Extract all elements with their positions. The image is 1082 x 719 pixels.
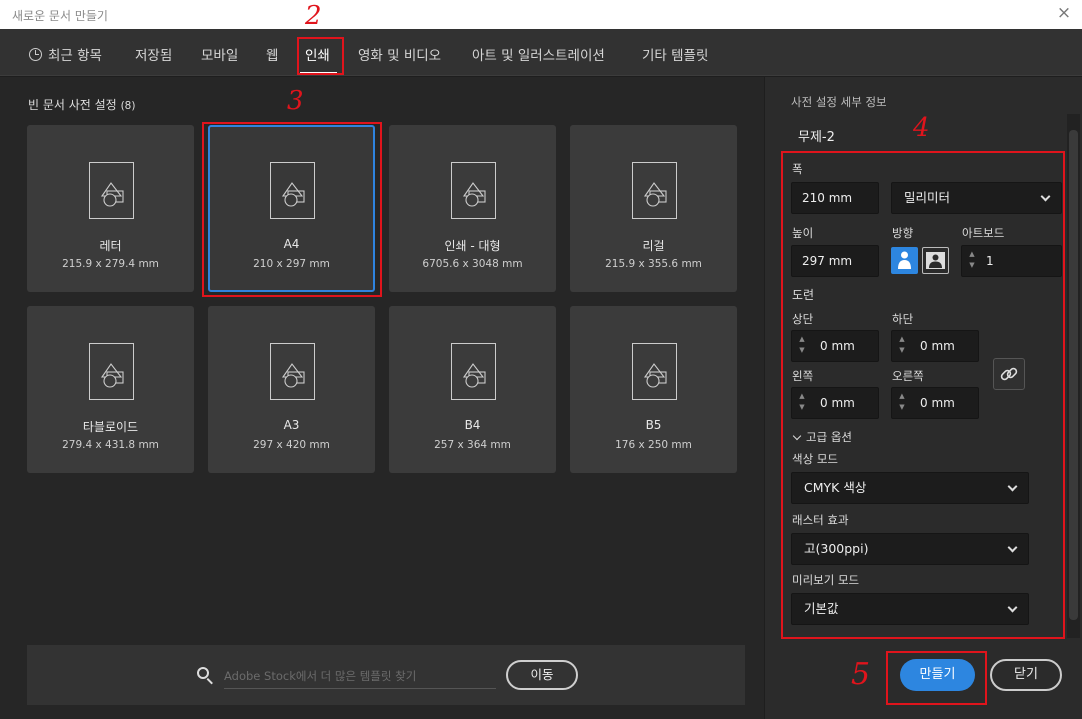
- document-icon: [451, 162, 496, 219]
- presets-title: 빈 문서 사전 설정 (8): [28, 98, 136, 112]
- annotation-box-details: [781, 151, 1065, 639]
- tab-saved[interactable]: 저장됨: [135, 44, 172, 64]
- annotation-number: 3: [287, 86, 304, 116]
- document-icon: [89, 343, 134, 400]
- preset-card-letter[interactable]: 레터 215.9 x 279.4 mm: [27, 125, 194, 292]
- tab-mobile[interactable]: 모바일: [201, 44, 238, 64]
- window-title: 새로운 문서 만들기: [12, 9, 108, 23]
- preset-size: 215.9 x 279.4 mm: [62, 258, 159, 270]
- tab-film-video[interactable]: 영화 및 비디오: [358, 44, 441, 64]
- annotation-box-tab: [297, 37, 344, 75]
- tab-web[interactable]: 웹: [266, 44, 278, 64]
- tab-art-illustration[interactable]: 아트 및 일러스트레이션: [472, 44, 605, 64]
- preset-name: A3: [283, 418, 300, 432]
- preset-size: 257 x 364 mm: [434, 439, 511, 451]
- preset-size: 297 x 420 mm: [253, 439, 330, 451]
- annotation-number: 4: [913, 113, 930, 143]
- preset-size: 6705.6 x 3048 mm: [422, 258, 523, 270]
- title-bar: 새로운 문서 만들기 ×: [0, 0, 1082, 29]
- document-name[interactable]: 무제-2: [798, 126, 835, 145]
- document-icon: [632, 343, 677, 400]
- preset-size: 176 x 250 mm: [615, 439, 692, 451]
- document-icon: [89, 162, 134, 219]
- annotation-number: 5: [851, 657, 871, 692]
- details-header: 사전 설정 세부 정보: [791, 95, 887, 109]
- document-icon: [632, 162, 677, 219]
- stock-search-input[interactable]: [224, 663, 496, 689]
- go-button[interactable]: 이동: [506, 660, 578, 690]
- category-tabs: 최근 항목 저장됨 모바일 웹 인쇄 영화 및 비디오 아트 및 일러스트레이션…: [0, 29, 1082, 76]
- preset-size: 279.4 x 431.8 mm: [62, 439, 159, 451]
- tab-recent[interactable]: 최근 항목: [29, 44, 102, 64]
- search-icon: [197, 667, 209, 679]
- preset-name: B5: [645, 418, 662, 432]
- annotation-box-create: [886, 651, 987, 705]
- clock-icon: [29, 48, 42, 61]
- preset-name: 레터: [99, 239, 122, 253]
- preset-name: 인쇄 - 대형: [444, 239, 501, 253]
- preset-card-b5[interactable]: B5 176 x 250 mm: [570, 306, 737, 473]
- preset-card-tabloid[interactable]: 타블로이드 279.4 x 431.8 mm: [27, 306, 194, 473]
- preset-name: B4: [464, 418, 481, 432]
- preset-card-b4[interactable]: B4 257 x 364 mm: [389, 306, 556, 473]
- preset-card-print-large[interactable]: 인쇄 - 대형 6705.6 x 3048 mm: [389, 125, 556, 292]
- preset-card-legal[interactable]: 리걸 215.9 x 355.6 mm: [570, 125, 737, 292]
- annotation-number: 2: [305, 1, 322, 31]
- document-icon: [451, 343, 496, 400]
- annotation-box-preset: [202, 122, 382, 297]
- preset-name: 리걸: [642, 239, 665, 253]
- tab-other-templates[interactable]: 기타 템플릿: [642, 44, 708, 64]
- document-icon: [270, 343, 315, 400]
- close-button[interactable]: 닫기: [990, 659, 1062, 691]
- preset-card-a3[interactable]: A3 297 x 420 mm: [208, 306, 375, 473]
- scrollbar-thumb[interactable]: [1069, 130, 1078, 620]
- preset-size: 215.9 x 355.6 mm: [605, 258, 702, 270]
- preset-name: 타블로이드: [82, 420, 139, 434]
- close-icon[interactable]: ×: [1054, 3, 1074, 23]
- details-scrollbar[interactable]: [1067, 114, 1080, 638]
